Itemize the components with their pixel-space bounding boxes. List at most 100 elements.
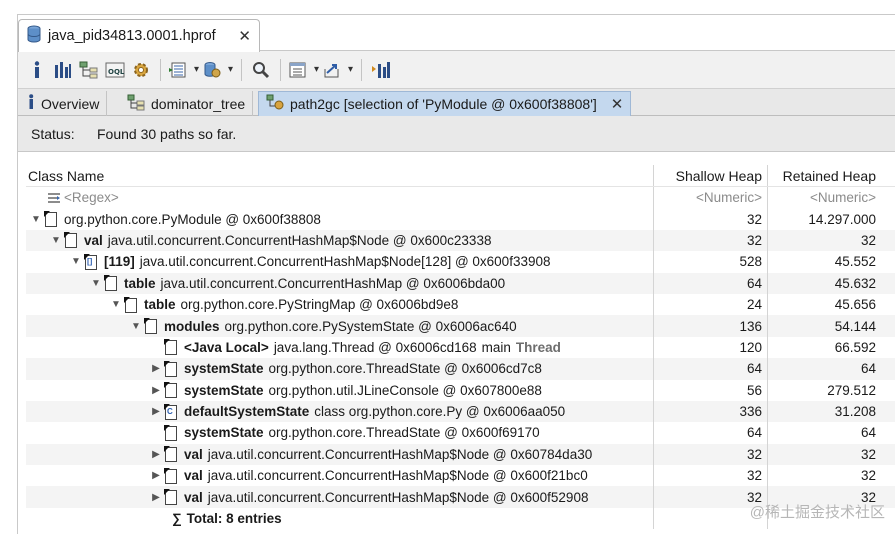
tab-label: path2gc [selection of 'PyModule @ 0x600f… (290, 96, 597, 112)
object-icon (164, 382, 178, 399)
field-name: systemState (184, 382, 264, 398)
expand-collapse-icon[interactable]: ▼ (110, 299, 122, 310)
regex-filter-icon (46, 190, 60, 206)
table-row[interactable]: ▼[] [119] java.util.concurrent.ConcurrentH… (26, 251, 895, 273)
class-name: org.python.util.JLineConsole @ 0x607800e… (268, 382, 542, 398)
expand-collapse-icon[interactable]: ▼ (30, 214, 42, 225)
expand-collapse-icon[interactable]: ▼ (130, 321, 142, 332)
info-icon[interactable] (26, 59, 48, 81)
table-row[interactable]: systemState org.python.core.ThreadState @… (26, 422, 895, 444)
field-name: modules (164, 318, 220, 334)
field-name: systemState (184, 425, 264, 441)
column-header-class-name[interactable]: Class Name (26, 165, 653, 186)
expand-icon[interactable]: ▶ (150, 470, 162, 481)
expand-icon[interactable]: ▶ (150, 406, 162, 417)
class-name: java.util.concurrent.ConcurrentHashMap$N… (139, 254, 551, 270)
shallow-filter-input[interactable]: <Numeric> (696, 190, 762, 205)
toolbar: OQL (18, 51, 895, 89)
close-icon[interactable]: ✕ (238, 29, 251, 44)
expand-collapse-icon[interactable]: ▼ (70, 256, 82, 267)
column-header-shallow-heap[interactable]: Shallow Heap (653, 165, 767, 186)
sum-icon: ∑ (172, 511, 182, 527)
layout-dropdown-icon[interactable] (289, 59, 319, 81)
class-icon: C (164, 403, 178, 420)
tab-label: dominator_tree (151, 95, 246, 112)
svg-text:OQL: OQL (108, 68, 125, 76)
shallow-heap-cell: 32 (653, 443, 767, 466)
retained-filter-input[interactable]: <Numeric> (810, 190, 876, 205)
tab-overview[interactable]: Overview (20, 91, 108, 116)
histogram-icon[interactable] (52, 59, 74, 81)
tab-dominator-tree[interactable]: dominator_tree (120, 91, 254, 116)
expand-collapse-icon[interactable]: ▼ (90, 278, 102, 289)
array-icon: [] (84, 253, 98, 270)
search-icon[interactable] (250, 59, 272, 81)
object-icon (64, 232, 78, 249)
class-name: java.lang.Thread @ 0x6006cd168 (273, 339, 477, 355)
toolbar-separator (361, 58, 362, 81)
table-row[interactable]: ▶ val java.util.concurrent.ConcurrentHashM… (26, 443, 895, 466)
object-icon (124, 296, 138, 313)
toolbar-separator (160, 58, 161, 81)
editor-tab-hprof[interactable]: java_pid34813.0001.hprof ✕ (18, 19, 260, 52)
tab-label: Overview (41, 95, 100, 112)
editor-tab-label: java_pid34813.0001.hprof (48, 28, 216, 44)
gear-icon[interactable] (130, 59, 152, 81)
field-name: val (184, 468, 203, 484)
editor-tabbar: java_pid34813.0001.hprof ✕ (18, 15, 895, 52)
shallow-heap-cell: 528 (653, 251, 767, 273)
table-row[interactable]: ▶ CdefaultSystemState class org.python.cor… (26, 400, 895, 423)
oql-icon[interactable]: OQL (104, 59, 126, 81)
table-row[interactable]: ▶ val java.util.concurrent.ConcurrentHashM… (26, 465, 895, 487)
expand-icon[interactable]: ▶ (150, 385, 162, 396)
class-name: java.util.concurrent.ConcurrentHashMap @… (160, 275, 506, 291)
object-icon (104, 275, 118, 292)
view-tabbar: Overview dominator_tree path2gc [selecti… (18, 89, 895, 116)
heap-dump-dropdown-icon[interactable] (203, 59, 233, 81)
expand-collapse-icon[interactable]: ▼ (50, 235, 62, 246)
shallow-heap-cell: 336 (653, 400, 767, 423)
field-name: val (84, 232, 103, 248)
dominator-tree-icon (127, 94, 145, 114)
table-row[interactable]: ▼ org.python.core.PyModule @ 0x600f38808 3… (26, 208, 895, 230)
export-dropdown-icon[interactable] (323, 59, 353, 81)
table-row[interactable]: ▼ table org.python.core.PyStringMap @ 0x60… (26, 293, 895, 316)
retained-heap-cell: 279.512 (767, 379, 881, 401)
field-name: val (184, 446, 203, 462)
retained-heap-cell: 45.552 (767, 251, 881, 273)
table-row[interactable]: <Java Local> java.lang.Thread @ 0x6006cd1… (26, 336, 895, 359)
class-name: org.python.core.PyModule @ 0x600f38808 (64, 211, 321, 227)
field-name: [119] (104, 254, 135, 270)
retained-heap-cell: 31.208 (767, 400, 881, 423)
close-icon[interactable]: ✕ (611, 97, 624, 112)
class-name: org.python.core.PySystemState @ 0x6006ac… (224, 318, 517, 334)
column-header-retained-heap[interactable]: Retained Heap (767, 165, 881, 186)
regex-filter-input[interactable]: <Regex> (64, 190, 119, 205)
shallow-heap-cell: 32 (653, 229, 767, 252)
thread-label: Thread (515, 339, 561, 355)
expand-icon[interactable]: ▶ (150, 492, 162, 503)
class-name: org.python.core.PyStringMap @ 0x6006bd9e… (180, 297, 459, 313)
expand-icon[interactable]: ▶ (150, 449, 162, 460)
shallow-heap-cell: 32 (653, 208, 767, 230)
object-icon (144, 318, 158, 335)
shallow-heap-cell: 64 (653, 422, 767, 444)
field-name: <Java Local> (184, 339, 269, 355)
dominator-tree-icon[interactable] (78, 59, 100, 81)
calculate-retained-icon[interactable] (370, 59, 392, 81)
tab-path2gc[interactable]: path2gc [selection of 'PyModule @ 0x600f… (258, 91, 632, 116)
table-row[interactable]: ▶ systemState org.python.util.JLineConsole… (26, 379, 895, 401)
class-name: class org.python.core.Py @ 0x6006aa050 (314, 404, 566, 420)
field-name: defaultSystemState (184, 404, 310, 420)
table-row[interactable]: ▼ table java.util.concurrent.ConcurrentHas… (26, 272, 895, 294)
class-name: java.util.concurrent.ConcurrentHashMap$N… (207, 468, 588, 484)
table-row[interactable]: ▼ val java.util.concurrent.ConcurrentHashM… (26, 229, 895, 252)
retained-heap-cell: 32 (767, 443, 881, 466)
total-label: Total: 8 entries (186, 511, 282, 527)
table-row[interactable]: ▼ modules org.python.core.PySystemState @ … (26, 315, 895, 337)
toolbar-separator (241, 58, 242, 81)
shallow-heap-cell: 136 (653, 315, 767, 337)
expand-icon[interactable]: ▶ (150, 363, 162, 374)
table-row[interactable]: ▶ systemState org.python.core.ThreadState … (26, 358, 895, 380)
reports-dropdown-icon[interactable] (169, 59, 199, 81)
